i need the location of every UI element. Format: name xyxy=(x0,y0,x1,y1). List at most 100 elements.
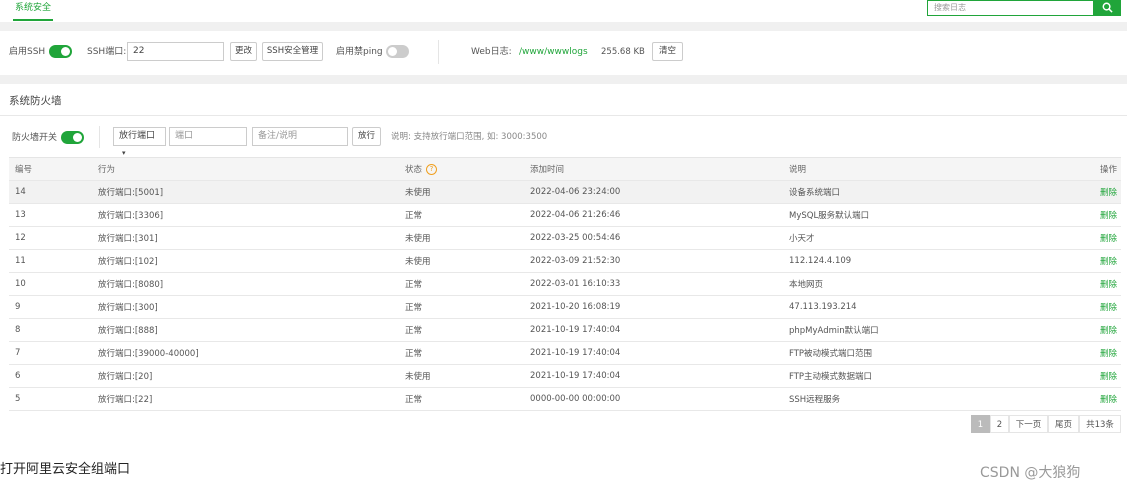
cell-status: 正常 xyxy=(405,387,530,411)
cell-action: 放行端口:[888] xyxy=(98,318,405,342)
cell-status: 正常 xyxy=(405,295,530,319)
cell-note: SSH远程服务 xyxy=(789,387,1089,411)
search-button[interactable] xyxy=(1094,0,1121,16)
cell-status: 未使用 xyxy=(405,226,530,250)
col-status: 状态? xyxy=(405,157,530,181)
cell-id: 8 xyxy=(9,318,98,342)
firewall-rules-table: 编号 行为 状态? 添加时间 说明 操作 14 放行端口:[5001] 未使用 … xyxy=(9,157,1121,411)
note-input[interactable]: 备注/说明 xyxy=(252,127,348,146)
divider-band xyxy=(0,22,1127,31)
cell-status: 正常 xyxy=(405,272,530,296)
cell-action: 放行端口:[5001] xyxy=(98,180,405,204)
table-row: 10 放行端口:[8080] 正常 2022-03-01 16:10:33 本地… xyxy=(9,272,1121,296)
table-row: 14 放行端口:[5001] 未使用 2022-04-06 23:24:00 设… xyxy=(9,180,1121,204)
cell-id: 9 xyxy=(9,295,98,319)
ssh-port-label: SSH端口: xyxy=(87,47,127,57)
delete-link[interactable]: 删除 xyxy=(1089,272,1121,296)
cell-time: 2021-10-19 17:40:04 xyxy=(530,318,789,342)
cell-id: 6 xyxy=(9,364,98,388)
watermark: CSDN @大狼狗 xyxy=(980,465,1081,481)
allow-port-button[interactable]: 放行 xyxy=(352,127,381,146)
cell-note: phpMyAdmin默认端口 xyxy=(789,318,1089,342)
delete-link[interactable]: 删除 xyxy=(1089,318,1121,342)
cell-id: 11 xyxy=(9,249,98,273)
ping-toggle[interactable] xyxy=(386,45,409,58)
clear-log-button[interactable]: 清空 xyxy=(652,42,683,61)
cell-note: 112.124.4.109 xyxy=(789,249,1089,273)
rule-type-select[interactable]: 放行端口▾ xyxy=(113,127,166,157)
web-log-path-link[interactable]: /www/wwwlogs xyxy=(519,44,588,60)
enable-ssh-label: 启用SSH xyxy=(9,47,46,57)
cell-time: 2022-03-01 16:10:33 xyxy=(530,272,789,296)
cell-status: 未使用 xyxy=(405,180,530,204)
next-page-button[interactable]: 下一页 xyxy=(1009,415,1048,433)
cell-action: 放行端口:[8080] xyxy=(98,272,405,296)
change-port-button[interactable]: 更改 xyxy=(230,42,257,61)
cell-time: 2022-04-06 21:26:46 xyxy=(530,203,789,227)
cell-time: 2022-03-25 00:54:46 xyxy=(530,226,789,250)
cell-time: 2021-10-19 17:40:04 xyxy=(530,341,789,365)
cell-time: 2022-03-09 21:52:30 xyxy=(530,249,789,273)
separator xyxy=(99,126,100,148)
cell-action: 放行端口:[301] xyxy=(98,226,405,250)
delete-link[interactable]: 删除 xyxy=(1089,387,1121,411)
help-icon[interactable]: ? xyxy=(426,164,438,175)
web-log-label: Web日志: xyxy=(471,47,512,57)
delete-link[interactable]: 删除 xyxy=(1089,249,1121,273)
cell-note: 本地网页 xyxy=(789,272,1089,296)
cell-action: 放行端口:[300] xyxy=(98,295,405,319)
cell-time: 2021-10-19 17:40:04 xyxy=(530,364,789,388)
delete-link[interactable]: 删除 xyxy=(1089,226,1121,250)
cell-id: 10 xyxy=(9,272,98,296)
ssh-port-input[interactable]: 22 xyxy=(127,42,224,61)
cell-id: 13 xyxy=(9,203,98,227)
col-time: 添加时间 xyxy=(530,157,789,181)
col-operation: 操作 xyxy=(1089,157,1121,181)
ssh-toggle[interactable] xyxy=(49,45,72,58)
log-search-input[interactable]: 搜索日志 xyxy=(927,0,1094,16)
separator xyxy=(438,40,439,64)
cell-note: 小天才 xyxy=(789,226,1089,250)
total-count: 共13条 xyxy=(1079,415,1121,433)
table-row: 13 放行端口:[3306] 正常 2022-04-06 21:26:46 My… xyxy=(9,203,1121,227)
cell-action: 放行端口:[22] xyxy=(98,387,405,411)
cell-status: 正常 xyxy=(405,318,530,342)
cell-status: 正常 xyxy=(405,203,530,227)
divider xyxy=(0,115,1127,116)
col-note: 说明 xyxy=(789,157,1089,181)
cell-id: 7 xyxy=(9,341,98,365)
cell-id: 14 xyxy=(9,180,98,204)
page-2-button[interactable]: 2 xyxy=(990,415,1009,433)
cell-action: 放行端口:[3306] xyxy=(98,203,405,227)
cell-note: FTP被动模式端口范围 xyxy=(789,341,1089,365)
table-row: 7 放行端口:[39000-40000] 正常 2021-10-19 17:40… xyxy=(9,341,1121,365)
last-page-button[interactable]: 尾页 xyxy=(1048,415,1079,433)
firewall-switch-label: 防火墙开关 xyxy=(12,133,58,143)
delete-link[interactable]: 删除 xyxy=(1089,341,1121,365)
table-row: 6 放行端口:[20] 未使用 2021-10-19 17:40:04 FTP主… xyxy=(9,364,1121,388)
cell-note: MySQL服务默认端口 xyxy=(789,203,1089,227)
cell-time: 2021-10-20 16:08:19 xyxy=(530,295,789,319)
table-row: 12 放行端口:[301] 未使用 2022-03-25 00:54:46 小天… xyxy=(9,226,1121,250)
cell-action: 放行端口:[20] xyxy=(98,364,405,388)
delete-link[interactable]: 删除 xyxy=(1089,364,1121,388)
cell-note: FTP主动模式数据端口 xyxy=(789,364,1089,388)
col-id: 编号 xyxy=(9,157,98,181)
web-log-size: 255.68 KB xyxy=(601,47,645,57)
cell-action: 放行端口:[39000-40000] xyxy=(98,341,405,365)
cell-status: 未使用 xyxy=(405,364,530,388)
rule-hint: 说明: 支持放行端口范围, 如: 3000:3500 xyxy=(391,132,548,142)
ssh-security-manage-button[interactable]: SSH安全管理 xyxy=(262,42,323,61)
firewall-toggle[interactable] xyxy=(61,131,84,144)
delete-link[interactable]: 删除 xyxy=(1089,295,1121,319)
table-header-row: 编号 行为 状态? 添加时间 说明 操作 xyxy=(9,157,1121,181)
table-row: 9 放行端口:[300] 正常 2021-10-20 16:08:19 47.1… xyxy=(9,295,1121,319)
cell-note: 设备系统端口 xyxy=(789,180,1089,204)
delete-link[interactable]: 删除 xyxy=(1089,203,1121,227)
port-input[interactable]: 端口 xyxy=(169,127,247,146)
table-row: 11 放行端口:[102] 未使用 2022-03-09 21:52:30 11… xyxy=(9,249,1121,273)
cell-time: 0000-00-00 00:00:00 xyxy=(530,387,789,411)
delete-link[interactable]: 删除 xyxy=(1089,180,1121,204)
search-icon xyxy=(1102,2,1113,13)
page-1-button[interactable]: 1 xyxy=(971,415,990,433)
